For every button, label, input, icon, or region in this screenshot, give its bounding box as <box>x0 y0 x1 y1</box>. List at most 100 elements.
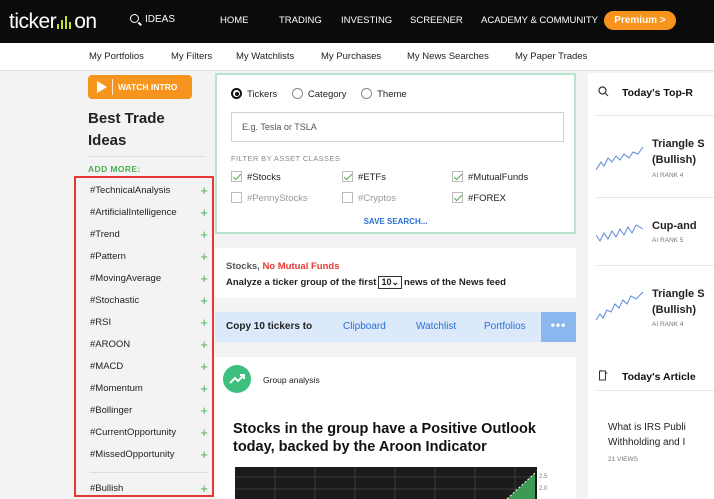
checkbox-etfs[interactable]: #ETFs <box>342 171 386 183</box>
save-search-link[interactable]: SAVE SEARCH... <box>217 217 574 226</box>
subnav-my-filters[interactable]: My Filters <box>171 51 212 62</box>
divider <box>596 115 714 116</box>
chevron-down-icon: ⌄ <box>391 277 400 287</box>
search-ideas-button[interactable]: IDEAS <box>130 14 175 25</box>
subnav-my-watchlists[interactable]: My Watchlists <box>236 51 294 62</box>
plus-icon[interactable]: + <box>200 482 208 495</box>
nav-trading[interactable]: TRADING <box>279 15 322 26</box>
radio-theme[interactable]: Theme <box>361 88 407 100</box>
asset-summary: Stocks, No Mutual Funds <box>226 261 339 272</box>
plus-icon[interactable]: + <box>200 294 208 307</box>
group-summary-panel: Stocks, No Mutual Funds Analyze a ticker… <box>215 248 576 298</box>
logo-text-left: ticker <box>9 10 57 33</box>
tag-item[interactable]: #MACD + <box>90 360 212 379</box>
plus-icon[interactable]: + <box>200 272 208 285</box>
plus-icon[interactable]: + <box>200 184 208 197</box>
checkbox-icon[interactable] <box>342 192 353 203</box>
ticker-search-input[interactable] <box>231 112 564 142</box>
nav-screener[interactable]: SCREENER <box>410 15 463 26</box>
checkbox-pennystocks[interactable]: #PennyStocks <box>231 192 308 204</box>
subnav-my-paper-trades[interactable]: My Paper Trades <box>515 51 587 62</box>
tag-item[interactable]: #Bollinger + <box>90 404 212 423</box>
idea-title-line1: Triangle S <box>652 288 705 300</box>
articles-panel: Today's Article What is IRS Publi Withhol… <box>588 357 714 499</box>
tag-item[interactable]: #Trend + <box>90 228 212 247</box>
idea-title: Cup-and <box>652 220 697 232</box>
idea-title-line2: (Bullish) <box>652 304 696 316</box>
checkbox-cryptos[interactable]: #Cryptos <box>342 192 396 204</box>
plus-icon[interactable]: + <box>200 228 208 241</box>
copy-to-portfolios-link[interactable]: Portfolios <box>484 321 526 332</box>
nav-academy-community[interactable]: ACADEMY & COMMUNITY <box>481 15 598 26</box>
radio-selected-icon[interactable] <box>231 88 242 99</box>
tag-label: #RSI <box>90 317 112 328</box>
tag-item[interactable]: #CurrentOpportunity + <box>90 426 212 445</box>
checkbox-checked-icon[interactable] <box>452 192 463 203</box>
checkbox-checked-icon[interactable] <box>452 171 463 182</box>
tag-label: #Stochastic <box>90 295 140 306</box>
tag-item[interactable]: #ArtificialIntelligence + <box>90 206 212 225</box>
divider <box>596 265 714 266</box>
tag-item[interactable]: #MovingAverage + <box>90 272 212 291</box>
plus-icon[interactable]: + <box>200 338 208 351</box>
plus-icon[interactable]: + <box>200 250 208 263</box>
checkbox-mutualfunds[interactable]: #MutualFunds <box>452 171 528 183</box>
add-more-label: ADD MORE: <box>88 164 141 174</box>
news-count-select[interactable]: 10⌄ <box>378 276 403 289</box>
radio-category[interactable]: Category <box>291 88 346 100</box>
subnav-my-news-searches[interactable]: My News Searches <box>407 51 489 62</box>
checkbox-forex[interactable]: #FOREX <box>452 192 506 204</box>
article-title-line2: Withholding and I <box>608 437 686 448</box>
checkbox-stocks[interactable]: #Stocks <box>231 171 281 183</box>
checkbox-checked-icon[interactable] <box>342 171 353 182</box>
copy-tickers-label: Copy 10 tickers to <box>226 321 313 332</box>
article-title[interactable]: What is IRS Publi Withholding and I <box>608 420 686 450</box>
article-title-line1: What is IRS Publi <box>608 422 686 433</box>
plus-icon[interactable]: + <box>200 316 208 329</box>
tag-item[interactable]: #MissedOpportunity + <box>90 448 212 467</box>
plus-icon[interactable]: + <box>200 426 208 439</box>
divider <box>88 156 206 157</box>
radio-icon[interactable] <box>291 88 303 99</box>
copy-to-watchlist-link[interactable]: Watchlist <box>416 321 456 332</box>
watch-intro-button[interactable]: WATCH INTRO <box>88 75 192 99</box>
plus-icon[interactable]: + <box>200 382 208 395</box>
premium-button[interactable]: Premium > <box>604 11 676 30</box>
ai-rank-label: AI RANK 4 <box>652 321 684 328</box>
tag-item[interactable]: #Bullish + <box>90 482 212 495</box>
analyze-instruction: Analyze a ticker group of the first 10⌄ ne… <box>226 276 506 289</box>
search-mode-radios: Tickers Category Theme <box>231 88 407 100</box>
search-icon <box>598 86 609 97</box>
plus-icon[interactable]: + <box>200 360 208 373</box>
nav-home[interactable]: HOME <box>220 15 249 26</box>
tickeron-logo[interactable]: ticker on <box>9 10 97 34</box>
idea-item[interactable]: Cup-and AI RANK 5 <box>588 218 714 258</box>
tag-item[interactable]: #AROON + <box>90 338 212 357</box>
plus-icon[interactable]: + <box>200 448 208 461</box>
plus-icon[interactable]: + <box>200 404 208 417</box>
idea-item[interactable]: Triangle S (Bullish) AI RANK 4 <box>588 136 714 186</box>
divider <box>596 197 714 198</box>
copy-tickers-bar: Copy 10 tickers to Clipboard Watchlist P… <box>215 312 576 342</box>
tag-item[interactable]: #Momentum + <box>90 382 212 401</box>
tag-item[interactable]: #TechnicalAnalysis + <box>90 184 212 203</box>
idea-item[interactable]: Triangle S (Bullish) AI RANK 4 <box>588 286 714 336</box>
more-options-button[interactable]: ••• <box>541 312 576 342</box>
tag-label: #Bollinger <box>90 405 133 416</box>
watch-intro-label: WATCH INTRO <box>118 82 178 92</box>
divider <box>596 390 714 391</box>
copy-to-clipboard-link[interactable]: Clipboard <box>343 321 386 332</box>
tag-item[interactable]: #Stochastic + <box>90 294 212 313</box>
radio-icon[interactable] <box>361 88 373 99</box>
radio-tickers[interactable]: Tickers <box>231 88 277 100</box>
tag-item[interactable]: #RSI + <box>90 316 212 335</box>
checkbox-checked-icon[interactable] <box>231 171 242 182</box>
tag-item[interactable]: #Pattern + <box>90 250 212 269</box>
subnav-my-purchases[interactable]: My Purchases <box>321 51 381 62</box>
plus-icon[interactable]: + <box>200 206 208 219</box>
nav-investing[interactable]: INVESTING <box>341 15 392 26</box>
tag-label: #ArtificialIntelligence <box>90 207 177 218</box>
ai-rank-label: AI RANK 4 <box>652 172 684 179</box>
subnav-my-portfolios[interactable]: My Portfolios <box>89 51 144 62</box>
checkbox-icon[interactable] <box>231 192 242 203</box>
